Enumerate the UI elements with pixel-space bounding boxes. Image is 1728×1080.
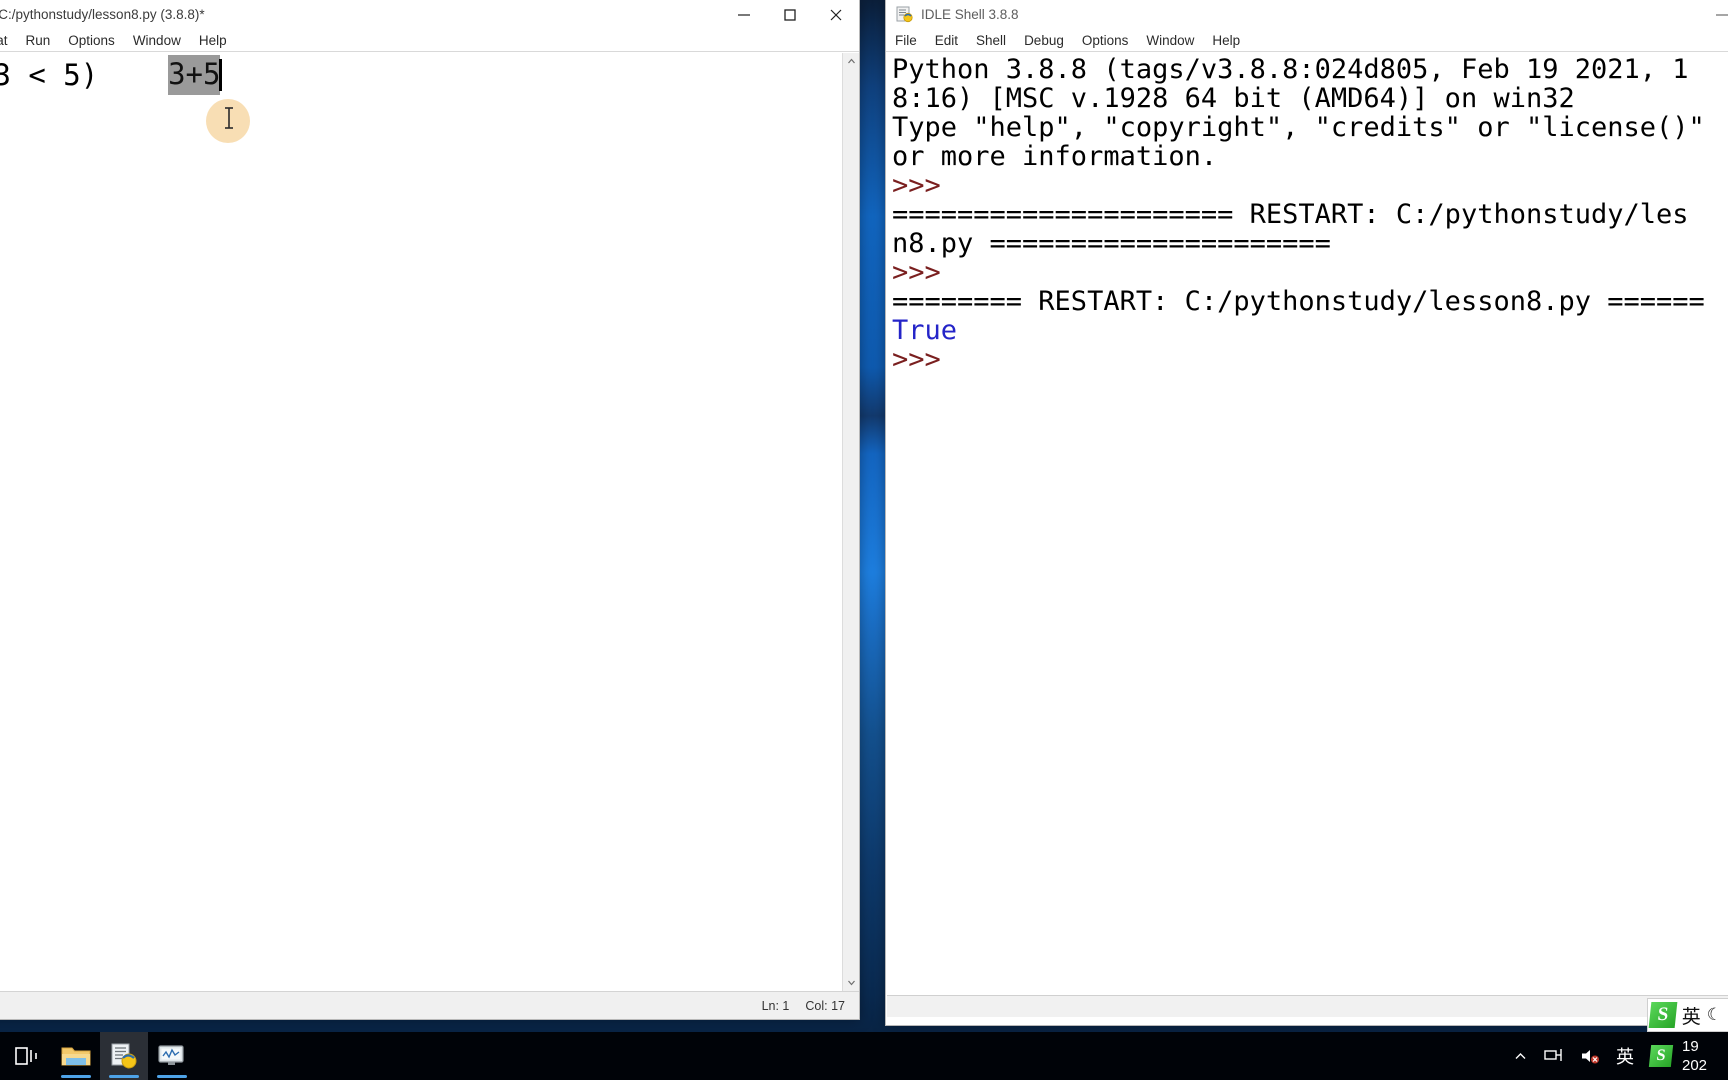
sogou-logo-icon[interactable]: S [1648,1002,1678,1028]
text-caret [219,59,223,91]
editor-body: (3 < 5) 3+5 [0,53,859,991]
menu-item-options[interactable]: Options [59,30,124,52]
system-tray[interactable]: 英 S 19 202 [1505,1032,1728,1080]
task-view-icon[interactable] [4,1032,52,1080]
minimize-icon [1715,8,1728,22]
volume-muted-icon[interactable] [1572,1047,1608,1065]
shell-menubar[interactable]: File Edit Shell Debug Options Window Hel… [886,30,1728,52]
menu-item-window[interactable]: Window [1137,30,1203,52]
sogou-logo-icon: S [1648,1045,1674,1067]
menu-item-file[interactable]: File [886,30,926,52]
status-col-indicator: Col: 17 [805,998,845,1013]
menu-item-debug[interactable]: Debug [1015,30,1073,52]
menu-item-edit[interactable]: Edit [926,30,967,52]
editor-vertical-scrollbar[interactable] [842,53,859,991]
clock-date: 202 [1682,1057,1708,1074]
editor-menubar[interactable]: mat Run Options Window Help [0,30,859,52]
editor-status-bar: Ln: 1 Col: 17 [0,991,859,1019]
file-explorer-icon[interactable] [52,1032,100,1080]
code-text-prefix: (3 < 5) [0,58,99,92]
shell-restart-line: ======== RESTART: C:/pythonstudy/lesson8… [892,286,1705,317]
close-icon [829,8,843,22]
shell-horizontal-scrollbar[interactable] [887,995,1728,1017]
shell-output-area[interactable]: Python 3.8.8 (tags/v3.8.8:024d805, Feb 1… [892,55,1728,985]
shell-prompt: >>> [892,170,958,201]
maximize-icon [783,8,797,22]
windows-taskbar[interactable]: 英 S 19 202 [0,1032,1728,1080]
taskbar-clock[interactable]: 19 202 [1680,1037,1726,1075]
shell-restart-line: ===================== RESTART: C:/python… [892,199,1689,230]
code-selection[interactable]: 3+5 [168,55,221,95]
shell-body: Python 3.8.8 (tags/v3.8.8:024d805, Feb 1… [886,53,1728,1025]
maximize-button[interactable] [767,0,813,30]
idle-app-icon [896,6,913,23]
menu-item-format[interactable]: mat [0,30,17,52]
editor-titlebar[interactable]: - C:/pythonstudy/lesson8.py (3.8.8)* [0,0,859,30]
menu-item-run[interactable]: Run [17,30,60,52]
idle-editor-window[interactable]: - C:/pythonstudy/lesson8.py (3.8.8)* mat… [0,0,860,1020]
menu-item-options[interactable]: Options [1073,30,1138,52]
network-icon[interactable] [1536,1047,1572,1065]
shell-line: or more information. [892,141,1218,172]
shell-title: IDLE Shell 3.8.8 [921,7,1019,22]
menu-item-window[interactable]: Window [124,30,190,52]
shell-result-value: True [892,315,958,346]
editor-title: - C:/pythonstudy/lesson8.py (3.8.8)* [0,7,205,22]
shell-prompt: >>> [892,344,958,375]
ime-mode-label[interactable]: 英 [1682,1002,1701,1029]
menu-item-shell[interactable]: Shell [967,30,1015,52]
ime-language-icon[interactable]: 英 [1608,1043,1642,1069]
shell-minimize-button[interactable] [1699,0,1728,30]
idle-editor-icon[interactable] [100,1032,148,1080]
scroll-up-arrow-icon[interactable] [843,53,860,70]
shell-line: Python 3.8.8 (tags/v3.8.8:024d805, Feb 1… [892,55,1689,85]
close-button[interactable] [813,0,859,30]
menu-item-help[interactable]: Help [1203,30,1249,52]
status-line-indicator: Ln: 1 [761,998,790,1013]
show-hidden-icons-chevron[interactable] [1505,1049,1536,1064]
ibeam-cursor [223,105,235,131]
moon-icon[interactable]: ☾ [1707,1005,1722,1025]
clock-time: 19 [1682,1038,1699,1055]
shell-caption-buttons[interactable] [1699,0,1728,30]
shell-prompt: >>> [892,257,958,288]
menu-item-help[interactable]: Help [190,30,236,52]
shell-titlebar[interactable]: IDLE Shell 3.8.8 [886,0,1728,30]
minimize-button[interactable] [721,0,767,30]
minimize-icon [737,8,751,22]
editor-caption-buttons[interactable] [721,0,859,30]
code-editor-area[interactable]: (3 < 5) 3+5 [0,53,842,991]
shell-line: 8:16) [MSC v.1928 64 bit (AMD64)] on win… [892,83,1575,114]
scroll-down-arrow-icon[interactable] [843,974,860,991]
sogou-input-icon[interactable]: S [1642,1045,1680,1067]
code-line-1[interactable]: (3 < 5) 3+5 [0,55,842,95]
idle-shell-icon[interactable] [148,1032,196,1080]
shell-restart-line: n8.py ===================== [892,228,1331,259]
sogou-ime-floating-bar[interactable]: S 英 ☾ [1646,998,1728,1032]
idle-shell-window[interactable]: IDLE Shell 3.8.8 File Edit Shell Debug O… [885,0,1728,1026]
shell-line: Type "help", "copyright", "credits" or "… [892,112,1705,143]
